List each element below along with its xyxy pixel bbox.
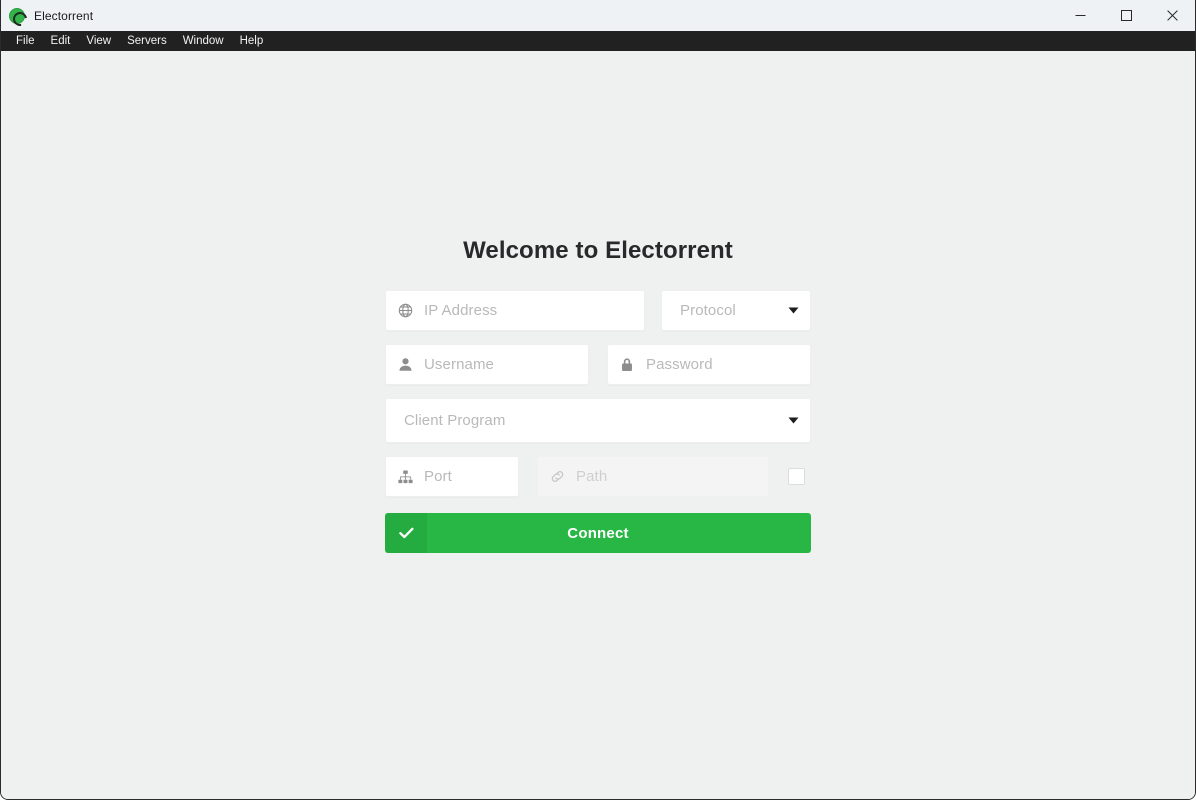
port-placeholder: Port <box>424 468 452 485</box>
maximize-icon[interactable] <box>1103 0 1149 31</box>
check-icon <box>385 513 427 553</box>
chevron-down-icon <box>776 417 810 424</box>
page-title: Welcome to Electorrent <box>463 237 733 264</box>
close-icon[interactable] <box>1149 0 1195 31</box>
chevron-down-icon <box>776 307 810 314</box>
menu-bar: File Edit View Servers Window Help <box>1 31 1195 51</box>
path-checkbox-wrapper[interactable] <box>783 464 809 490</box>
menu-item-help[interactable]: Help <box>232 31 272 51</box>
title-bar: Electorrent <box>1 0 1195 31</box>
user-icon <box>386 357 424 372</box>
menu-item-edit[interactable]: Edit <box>43 31 79 51</box>
globe-icon <box>386 303 424 318</box>
minimize-icon[interactable] <box>1057 0 1103 31</box>
password-input[interactable]: Password <box>607 344 811 385</box>
client-program-placeholder: Client Program <box>404 412 506 429</box>
password-placeholder: Password <box>646 356 713 373</box>
path-placeholder: Path <box>576 468 608 485</box>
username-input[interactable]: Username <box>385 344 589 385</box>
protocol-select[interactable]: Protocol <box>661 290 811 331</box>
port-input[interactable]: Port <box>385 456 519 497</box>
form-row-connection: IP Address Protocol <box>385 290 811 331</box>
protocol-placeholder: Protocol <box>680 302 736 319</box>
connect-button-label: Connect <box>567 524 629 542</box>
menu-item-servers[interactable]: Servers <box>119 31 175 51</box>
menu-item-window[interactable]: Window <box>175 31 232 51</box>
ip-address-input[interactable]: IP Address <box>385 290 645 331</box>
form-row-credentials: Username Password <box>385 344 811 385</box>
main-content: Welcome to Electorrent IP Address Protoc… <box>1 51 1195 799</box>
window-title: Electorrent <box>34 8 94 23</box>
menu-item-view[interactable]: View <box>78 31 119 51</box>
lock-icon <box>608 357 646 372</box>
menu-item-file[interactable]: File <box>8 31 43 51</box>
sitemap-icon <box>386 470 424 484</box>
link-icon <box>538 469 576 484</box>
path-input[interactable]: Path <box>537 456 769 497</box>
window-controls <box>1057 0 1195 31</box>
path-checkbox[interactable] <box>787 468 805 485</box>
client-program-select[interactable]: Client Program <box>385 398 811 443</box>
title-bar-left: Electorrent <box>1 0 1057 31</box>
electorrent-logo-icon <box>9 7 25 24</box>
ip-address-placeholder: IP Address <box>424 302 498 319</box>
form-row-client: Client Program <box>385 398 811 443</box>
username-placeholder: Username <box>424 356 494 373</box>
app-window: Electorrent File Edit View Servers Windo… <box>0 0 1196 800</box>
connection-form: Welcome to Electorrent IP Address Protoc… <box>385 237 811 799</box>
form-row-port-path: Port Path <box>385 456 811 497</box>
connect-button[interactable]: Connect <box>385 513 811 553</box>
